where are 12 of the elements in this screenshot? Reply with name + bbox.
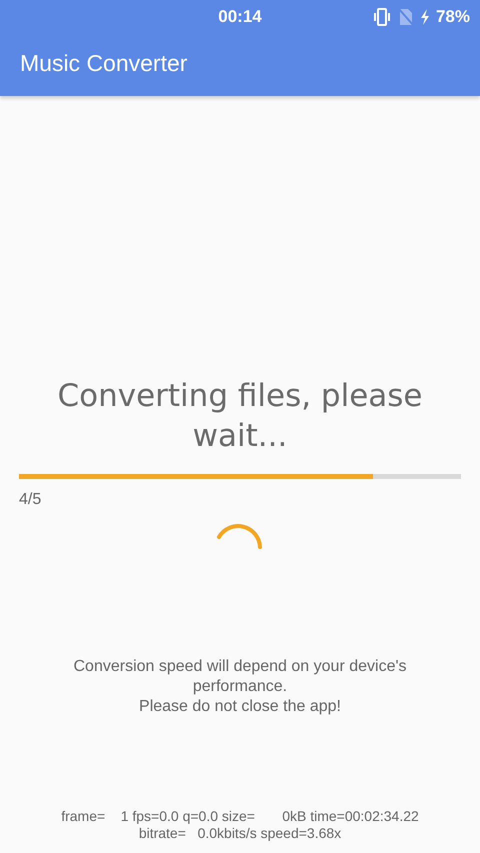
charging-icon [420, 9, 430, 25]
converting-heading: Converting files, please wait... [56, 377, 424, 456]
status-time: 00:14 [218, 7, 262, 27]
file-count: 4/5 [19, 491, 42, 509]
vibrate-icon [372, 8, 392, 26]
notice-text: Conversion speed will depend on your device's performance. [72, 657, 408, 697]
conversion-log-text: bitrate= 0.0kbits/s speed=3.68x [138, 825, 342, 842]
app-title: Music Converter [19, 49, 188, 77]
notice-text: Please do not close the app! [138, 697, 342, 717]
no-sim-icon [398, 8, 414, 26]
conversion-log-text: frame= 1 fps=0.0 q=0.0 size= 0kB time=00:02:34.22 [61, 808, 419, 825]
battery-percentage: 78% [436, 7, 470, 27]
